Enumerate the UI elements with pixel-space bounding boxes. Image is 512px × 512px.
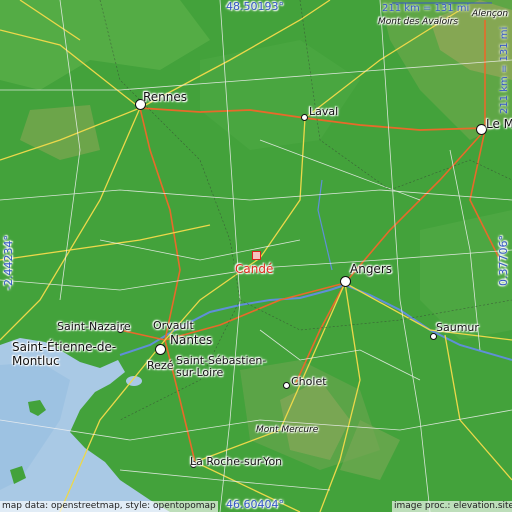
label-nantes: Nantes [170,333,213,347]
coord-south: 46.60404° [226,498,284,511]
credit-right: image proc.: elevation.site [392,501,512,512]
cholet-marker[interactable] [283,382,290,389]
label-le-mans: Le M [486,117,512,131]
center-label: Candé [235,262,274,276]
scale-bar-top [392,2,492,4]
label-cholet: Cholet [291,375,327,388]
label-orvault: Orvault [153,319,194,332]
angers-marker[interactable] [340,276,351,287]
label-reze: Rezé [147,359,174,372]
label-saint-sebastien: Saint-Sébastien- sur-Loire [176,354,267,379]
label-alencon: Alençon [472,9,509,19]
saumur-marker[interactable] [430,333,437,340]
label-angers: Angers [350,262,392,276]
laval-marker[interactable] [301,114,308,121]
label-rennes: Rennes [143,90,188,104]
coord-east: 0.37706° [497,235,510,286]
label-la-roche: La Roche-sur-Yon [190,455,283,468]
scale-right: 211 km = 131 mi [499,26,510,114]
label-saint-nazaire: Saint-Nazaire [57,320,131,333]
label-saumur: Saumur [436,321,479,334]
coord-north: 48.50193° [226,0,284,13]
coord-west: -2.44234° [2,235,15,290]
credit-left: map data: openstreetmap, style: opentopo… [0,501,218,512]
label-saint-etienne: Saint-Étienne-de- Montluc [12,340,117,368]
nantes-marker[interactable] [155,344,166,355]
location-pin[interactable] [252,251,261,260]
label-laval: Laval [309,105,339,118]
label-mont-mercure: Mont Mercure [256,425,319,435]
label-mont-avaloirs: Mont des Avaloirs [378,17,459,27]
map-view[interactable]: Candé Rennes Laval Le M Angers Saumur Ch… [0,0,512,512]
